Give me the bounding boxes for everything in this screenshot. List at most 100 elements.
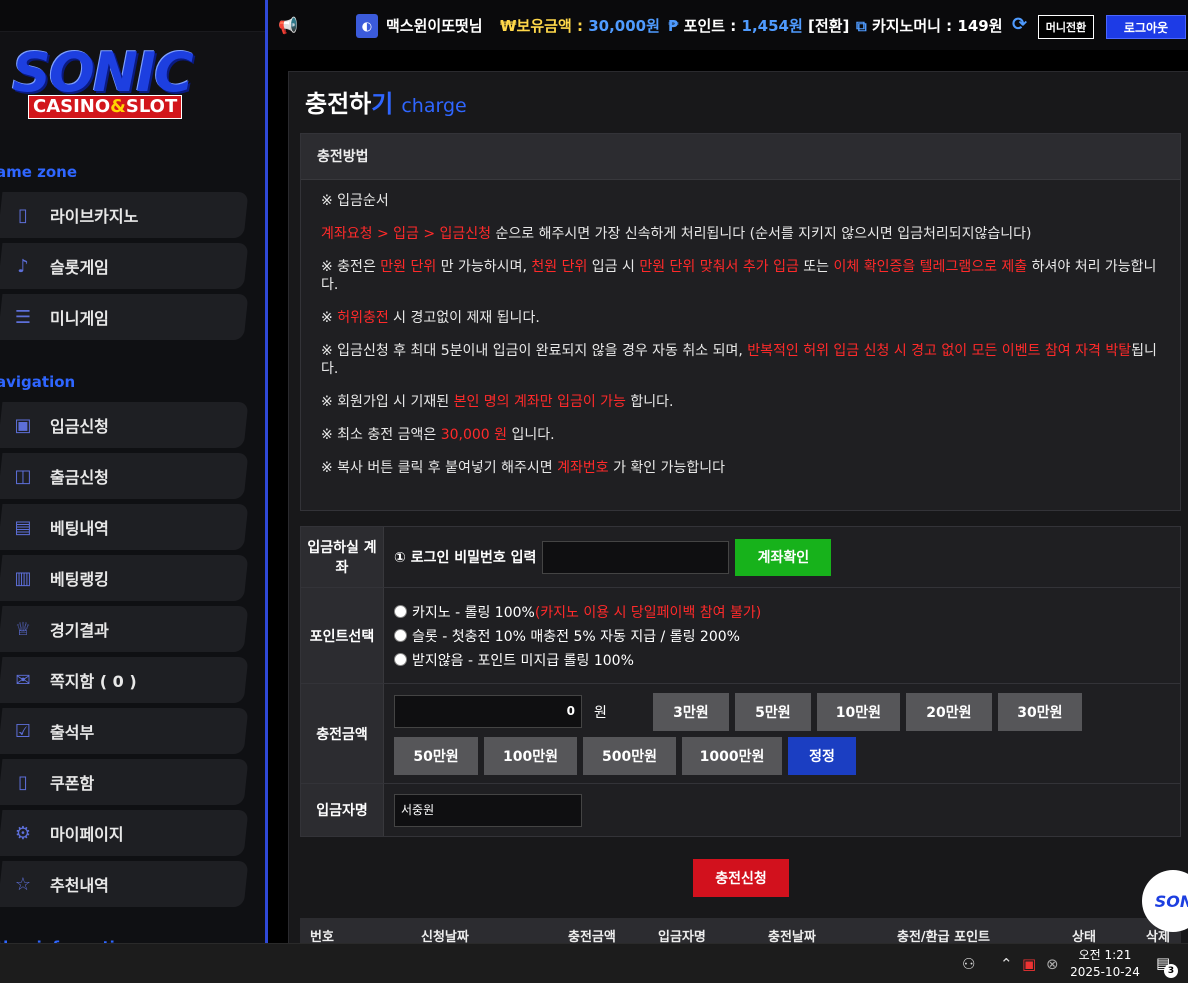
password-label: ① 로그인 비밀번호 입력 (394, 550, 537, 566)
account-check-button[interactable]: 계좌확인 (735, 538, 832, 576)
won-icon: ₩ (500, 17, 517, 35)
col-depositor: 입금자명 (658, 930, 706, 943)
amount-button-50k[interactable]: 5만원 (734, 692, 811, 731)
sidebar-item-attendance[interactable]: ☑ 출석부 (0, 708, 249, 754)
sidebar-item-referral[interactable]: ☆ 추천내역 (0, 861, 249, 907)
radio-button[interactable] (394, 629, 407, 642)
col-charge-date: 충전날짜 (768, 930, 816, 943)
list-icon: ☰ (14, 306, 32, 328)
amount-button-300k[interactable]: 30만원 (997, 692, 1082, 731)
point-option-none[interactable]: 받지않음 - 포인트 미지급 롤링 100% (394, 650, 634, 670)
megaphone-icon: 📢 (278, 16, 298, 35)
sidebar-item-coupons[interactable]: ▯ 쿠폰함 (0, 759, 249, 805)
sidebar-item-bet-ranking[interactable]: ▥ 베팅랭킹 (0, 555, 249, 601)
charge-submit-button[interactable]: 충전신청 (693, 859, 789, 897)
guide-line: ※ 허위충전 시 경고없이 제재 됩니다. (321, 310, 540, 326)
logo-casino-slot: CASINO&SLOT (28, 95, 183, 119)
windows-taskbar: ⚇ ⌃ ▣ ⊗ 오전 1:21 2025-10-24 ▤ 3 (0, 943, 1188, 983)
sidebar-item-slot[interactable]: ♪ 슬롯게임 (0, 243, 249, 289)
sidebar: SONIC CASINO&SLOT ame zone ▯ 라이브카지노 ♪ 슬롯… (0, 0, 268, 943)
sidebar-item-label: 미니게임 (50, 309, 109, 328)
refresh-icon[interactable]: ⟳ (1012, 14, 1027, 35)
main-content: 충전하기 charge 충전방법 ※ 입금순서 계좌요청 > 입금 > 입금신청 … (288, 71, 1188, 943)
amount-row: 충전금액 0 원 3만원 5만원 10만원 20만원 30만원 50만원 100… (301, 684, 1180, 784)
sidebar-item-label: 쪽지함 ( 0 ) (50, 672, 137, 691)
sidebar-item-label: 쿠폰함 (50, 774, 95, 793)
page-title: 충전하기 charge (305, 90, 467, 118)
sidebar-item-label: 베팅랭킹 (50, 570, 109, 589)
account-row: 입금하실 계좌 ① 로그인 비밀번호 입력 계좌확인 (301, 527, 1180, 588)
guide-line: ※ 입금신청 후 최대 5분이내 입금이 완료되지 않을 경우 자동 취소 되며… (321, 343, 1157, 377)
sidebar-item-live-casino[interactable]: ▯ 라이브카지노 (0, 192, 249, 238)
point-icon: ₱ (668, 17, 679, 35)
radio-button[interactable] (394, 653, 407, 666)
amount-button-10m[interactable]: 1000만원 (682, 736, 782, 775)
clock[interactable]: 오전 1:21 2025-10-24 (1070, 947, 1140, 981)
depositor-label: 입금자명 (301, 784, 384, 836)
sidebar-item-label: 라이브카지노 (50, 207, 139, 226)
sidebar-item-label: 추천내역 (50, 876, 109, 895)
sidebar-item-mini-game[interactable]: ☰ 미니게임 (0, 294, 249, 340)
amount-reset-button[interactable]: 정정 (788, 736, 856, 775)
ranking-icon: ▥ (14, 567, 32, 589)
section-navigation: avigation (0, 373, 76, 391)
trophy-icon: ♕ (14, 618, 32, 640)
sidebar-item-label: 슬롯게임 (50, 258, 109, 277)
amount-button-100k[interactable]: 10만원 (816, 692, 900, 731)
sidebar-item-messages[interactable]: ✉ 쪽지함 ( 0 ) (0, 657, 249, 703)
notification-badge: 3 (1164, 964, 1178, 978)
top-header: 📢 ◐ 맥스윈이또떳님 ₩보유금액 : 30,000원 ₱ 포인트 : 1,45… (268, 0, 1188, 50)
radio-button[interactable] (394, 605, 407, 618)
slot-icon: ♪ (17, 255, 29, 277)
account-label: 입금하실 계좌 (301, 527, 384, 587)
point-row: 포인트선택 카지노 - 롤링 100% (카지노 이용 시 당일페이백 참여 불… (301, 588, 1180, 684)
amount-button-1m[interactable]: 100만원 (484, 736, 577, 775)
charge-guide: 충전방법 ※ 입금순서 계좌요청 > 입금 > 입금신청 순으로 해주시면 가장… (300, 133, 1181, 511)
amount-button-500k[interactable]: 50만원 (394, 736, 478, 775)
close-circle-icon[interactable]: ⊗ (1046, 955, 1059, 973)
casino-chip-icon: ⧉ (856, 17, 867, 35)
sidebar-item-mypage[interactable]: ⚙ 마이페이지 (0, 810, 249, 856)
site-logo[interactable]: SONIC CASINO&SLOT (0, 32, 265, 130)
guide-line: ※ 입금순서 (321, 193, 389, 209)
col-request-date: 신청날짜 (421, 930, 469, 943)
avatar: ◐ (356, 14, 378, 38)
sidebar-item-deposit[interactable]: ▣ 입금신청 (0, 402, 249, 448)
guide-body: ※ 입금순서 계좌요청 > 입금 > 입금신청 순으로 해주시면 가장 신속하게… (301, 180, 1180, 504)
amount-button-5m[interactable]: 500만원 (583, 736, 676, 775)
depositor-row: 입금자명 서중원 (301, 784, 1180, 836)
guide-line: ※ 회원가입 시 기재된 본인 명의 계좌만 입금이 가능 합니다. (321, 394, 674, 410)
amount-button-200k[interactable]: 20만원 (905, 692, 992, 731)
people-icon[interactable]: ⚇ (962, 955, 975, 973)
coupon-icon: ▯ (18, 771, 28, 793)
bet-history-icon: ▤ (14, 516, 32, 538)
amount-label: 충전금액 (301, 684, 384, 783)
history-table-header: 번호 신청날짜 충전금액 입금자명 충전날짜 충전/환급 포인트 상태 삭제 (300, 918, 1181, 943)
guide-line: ※ 최소 충전 금액은 30,000 원 입니다. (321, 427, 555, 443)
screen-icon[interactable]: ▣ (1022, 955, 1036, 973)
sidebar-item-label: 출금신청 (50, 468, 109, 487)
sidebar-item-withdraw[interactable]: ◫ 출금신청 (0, 453, 249, 499)
amount-input[interactable]: 0 (394, 695, 582, 728)
points-display[interactable]: ₱ 포인트 : 1,454원 [전환] (668, 15, 849, 36)
chevron-up-icon[interactable]: ⌃ (1000, 955, 1013, 973)
sidebar-item-label: 베팅내역 (50, 519, 109, 538)
casino-money-display: ⧉ 카지노머니 : 149원 (856, 17, 1003, 35)
depositor-name-input[interactable]: 서중원 (394, 793, 582, 827)
guide-line: 계좌요청 > 입금 > 입금신청 순으로 해주시면 가장 신속하게 처리됩니다 … (321, 226, 1032, 242)
password-input[interactable] (542, 540, 730, 574)
sidebar-item-bet-history[interactable]: ▤ 베팅내역 (0, 504, 249, 550)
logout-button[interactable]: 로그아웃 (1106, 15, 1186, 39)
point-option-slot[interactable]: 슬롯 - 첫충전 10% 매충전 5% 자동 지급 / 롤링 200% (394, 626, 740, 646)
sidebar-item-game-results[interactable]: ♕ 경기결과 (0, 606, 249, 652)
point-option-casino[interactable]: 카지노 - 롤링 100% (카지노 이용 시 당일페이백 참여 불가) (394, 602, 761, 622)
guide-line: ※ 충전은 만원 단위 만 가능하시며, 천원 단위 입금 시 만원 단위 맞춰… (321, 259, 1157, 293)
message-icon: ✉ (15, 669, 31, 691)
amount-unit: 원 (594, 704, 607, 721)
guide-heading: 충전방법 (301, 134, 1180, 180)
charge-form: 입금하실 계좌 ① 로그인 비밀번호 입력 계좌확인 포인트선택 카지노 - 롤… (300, 526, 1181, 837)
calendar-icon: ☑ (14, 720, 32, 742)
amount-button-30k[interactable]: 3만원 (652, 692, 729, 731)
money-convert-button[interactable]: 머니전환 (1038, 15, 1094, 39)
section-other-info: ther information (0, 927, 265, 943)
